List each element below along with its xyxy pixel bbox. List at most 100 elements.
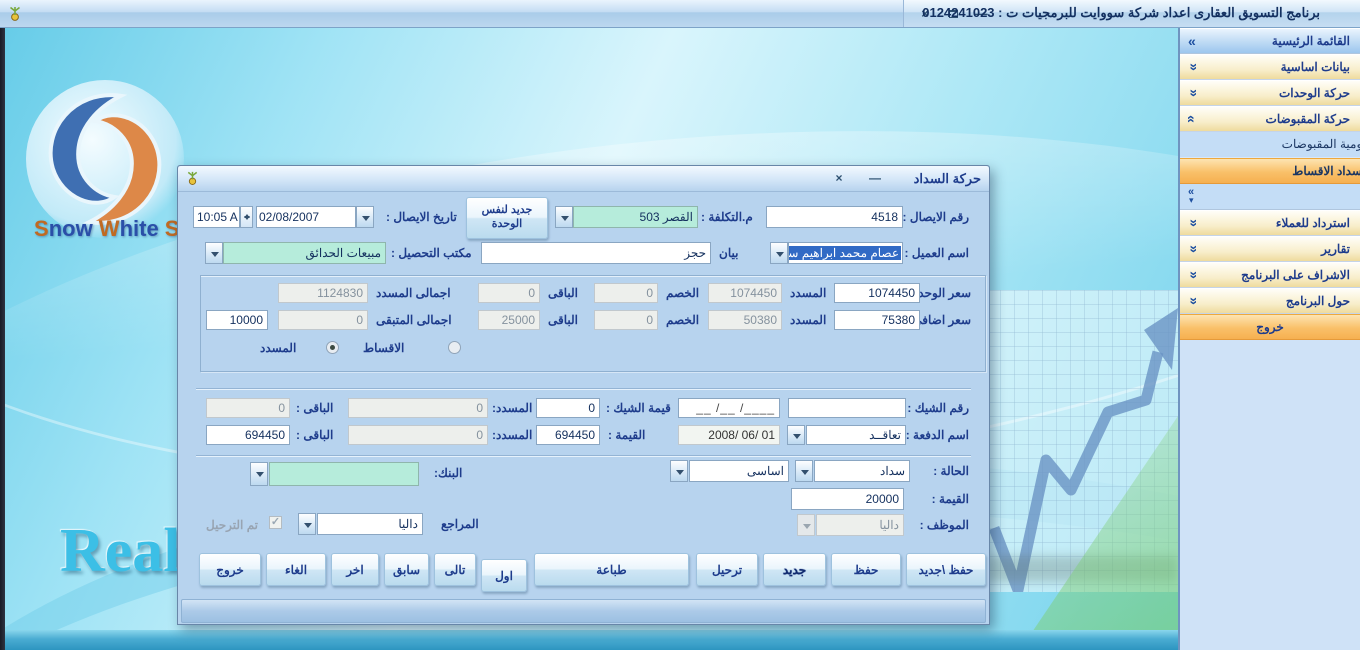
sidebar-item[interactable]: « حركة المقبوضات: [1180, 106, 1360, 132]
collection-office-dropdown-icon[interactable]: [205, 242, 223, 264]
sidebar-item-label: سداد الاقساط: [1292, 164, 1360, 178]
receipt-no-input[interactable]: 4518: [766, 206, 903, 228]
save-new-button[interactable]: حفظ \جديد: [906, 553, 986, 586]
sidebar-item[interactable]: « استرداد للعملاء: [1180, 210, 1360, 236]
bank-dropdown-icon[interactable]: [250, 462, 268, 486]
sidebar-item[interactable]: « القائمة الرئيسية: [1180, 28, 1360, 54]
status-type-combo[interactable]: اساسى: [689, 460, 789, 482]
collection-office-combo[interactable]: مبيعات الحدائق: [223, 242, 386, 264]
installments-radio-label: الاقساط: [363, 341, 404, 355]
new-button[interactable]: جديد: [763, 553, 826, 586]
chevron-icon: «: [1184, 297, 1200, 305]
sidebar-item-label: القائمة الرئيسية: [1272, 34, 1350, 48]
statement-label: بيان: [719, 246, 738, 260]
status-combo[interactable]: سداد: [814, 460, 910, 482]
first-button[interactable]: اول: [481, 559, 527, 592]
bank-combo[interactable]: [269, 462, 419, 486]
status-dropdown-icon[interactable]: [795, 460, 813, 482]
sidebar-item-label: يومية المقبوضات: [1282, 137, 1360, 151]
extra-remaining-field: 25000: [478, 310, 540, 330]
chevron-icon: «: [1184, 89, 1200, 97]
save-button[interactable]: حفظ: [831, 553, 901, 586]
sidebar-item[interactable]: «: [1180, 184, 1360, 210]
unit-price-input[interactable]: 1074450: [834, 283, 920, 303]
divider: [196, 455, 971, 457]
next-button[interactable]: تالى: [434, 553, 476, 586]
check-value-label: قيمة الشيك :: [606, 401, 671, 415]
installment-remaining-input[interactable]: 694450: [206, 425, 290, 445]
check-remaining-field: 0: [206, 398, 290, 418]
discount-label: الخصم: [666, 286, 699, 300]
installment-name-combo[interactable]: تعاقــد: [806, 425, 906, 445]
divider: [196, 388, 971, 390]
receipt-time-input[interactable]: 10:05 A: [193, 206, 240, 228]
sidebar-item[interactable]: خروج: [1180, 314, 1360, 340]
check-no-input[interactable]: [788, 398, 906, 418]
post-button[interactable]: ترحيل: [696, 553, 758, 586]
reviewer-dropdown-icon[interactable]: [298, 513, 316, 535]
reviewer-combo[interactable]: داليا: [317, 513, 423, 535]
exit-button[interactable]: خروج: [199, 553, 261, 586]
sidebar-item[interactable]: « الاشراف على البرنامج: [1180, 262, 1360, 288]
extra-paid-field: 50380: [708, 310, 782, 330]
check-date-input[interactable]: __ /__ /____: [678, 398, 780, 418]
cost-center-dropdown-icon[interactable]: [555, 206, 573, 228]
unit-discount-field: 0: [594, 283, 658, 303]
chevron-icon: «: [1184, 245, 1200, 253]
chevron-icon: «: [1188, 33, 1196, 49]
employee-dropdown-icon: [797, 514, 815, 536]
dialog-icon: [185, 170, 200, 186]
sidebar-item-label: تقارير: [1321, 242, 1350, 256]
chevron-icon: «: [1184, 115, 1200, 123]
remaining-label: الباقى: [548, 286, 578, 300]
total-remaining-field: 0: [278, 310, 368, 330]
application-window: Snow White Soft Real × — برنامج التسويق …: [0, 0, 1360, 650]
receipt-date-combo[interactable]: 02/08/2007: [256, 206, 356, 228]
amount-input[interactable]: 20000: [791, 488, 904, 510]
statement-input[interactable]: حجز: [481, 242, 711, 264]
sidebar-item-label: حول البرنامج: [1286, 294, 1350, 308]
sidebar-item[interactable]: « حول البرنامج: [1180, 288, 1360, 314]
installment-date-field: 2008/ 06/ 01: [678, 425, 780, 445]
unit-remaining-field: 0: [478, 283, 540, 303]
installments-radio[interactable]: [448, 341, 461, 354]
last-button[interactable]: اخر: [331, 553, 379, 586]
print-button[interactable]: طباعة: [534, 553, 689, 586]
check-value-input[interactable]: 0: [536, 398, 600, 418]
cancel-button[interactable]: الغاء: [266, 553, 326, 586]
installment-name-dropdown-icon[interactable]: [787, 425, 805, 445]
posted-label: تم الترحيل: [206, 518, 258, 532]
watermark-text: Real: [60, 516, 181, 587]
minimize-icon[interactable]: —: [865, 170, 885, 187]
time-spinner[interactable]: [240, 206, 253, 228]
check-paid-label: المسدد:: [492, 401, 532, 415]
installment-value-input[interactable]: 694450: [536, 425, 600, 445]
total-paid-field: 1124830: [278, 283, 368, 303]
sidebar-menu: « القائمة الرئيسية « بيانات اساسية « حرك…: [1178, 28, 1360, 650]
new-same-unit-button[interactable]: جديد لنفس الوحدة: [466, 197, 548, 239]
sidebar-item[interactable]: « حركة الوحدات: [1180, 80, 1360, 106]
employee-label: الموظف :: [920, 518, 969, 532]
receipt-date-dropdown-icon[interactable]: [356, 206, 374, 228]
remaining-label: الباقى: [548, 313, 578, 327]
previous-button[interactable]: سابق: [384, 553, 429, 586]
customer-combo[interactable]: عصام محمد ابراهيم سليمان: [788, 242, 903, 264]
extra-price-input[interactable]: 75380: [834, 310, 920, 330]
paid-radio-label: المسدد: [260, 341, 296, 355]
sidebar-item[interactable]: سداد الاقساط: [1180, 158, 1360, 184]
sidebar-item[interactable]: « تقارير: [1180, 236, 1360, 262]
cost-center-combo[interactable]: 503 القصر: [573, 206, 698, 228]
customer-dropdown-icon[interactable]: [770, 242, 788, 264]
total-remaining-label: اجمالى المتبقى: [376, 313, 452, 327]
unit-paid-field: 1074450: [708, 283, 782, 303]
close-icon[interactable]: ×: [829, 170, 849, 187]
reviewer-label: المراجع: [441, 517, 479, 531]
paid-radio[interactable]: [326, 341, 339, 354]
sidebar-item[interactable]: « بيانات اساسية: [1180, 54, 1360, 80]
sidebar-item[interactable]: يومية المقبوضات: [1180, 132, 1360, 158]
side-amount-input[interactable]: 10000: [206, 310, 268, 330]
status-type-dropdown-icon[interactable]: [670, 460, 688, 482]
check-remaining-label: الباقى :: [296, 401, 333, 415]
sidebar-item-label: حركة الوحدات: [1279, 86, 1350, 100]
dialog-status-bar: [181, 599, 986, 623]
